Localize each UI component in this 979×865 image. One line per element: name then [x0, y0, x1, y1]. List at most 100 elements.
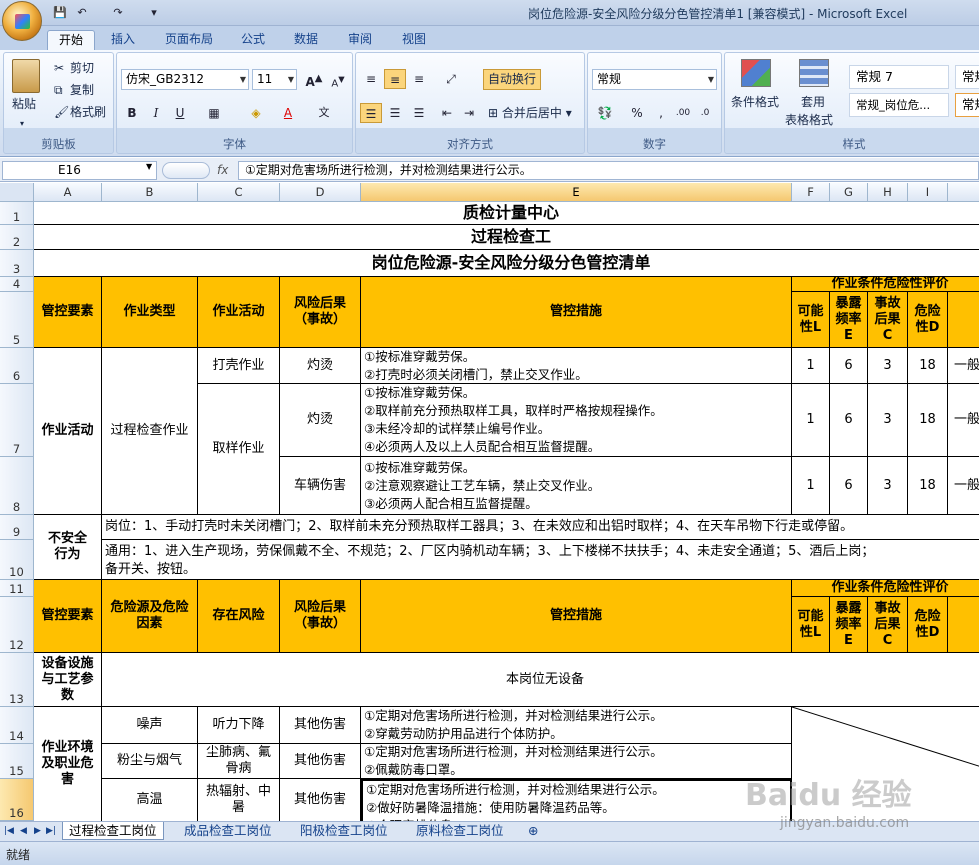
unsafe-general[interactable]: 通用：1、进入生产现场，劳保佩戴不全、不规范；2、厂区内骑机动车辆；3、上下楼梯…: [102, 540, 979, 580]
tab-review[interactable]: 审阅: [340, 30, 380, 50]
row-header-4[interactable]: 4: [0, 277, 34, 292]
title-center[interactable]: 质检计量中心: [34, 202, 979, 225]
currency-icon[interactable]: 💱: [594, 103, 616, 123]
row-header-14[interactable]: 14: [0, 707, 34, 744]
row-header-10[interactable]: 10: [0, 540, 34, 580]
hdr-consequence-c[interactable]: 事故后果C: [868, 292, 908, 348]
tab-data[interactable]: 数据: [286, 30, 326, 50]
increase-decimal-icon[interactable]: .00: [672, 103, 694, 123]
copy-icon[interactable]: ⧉: [54, 81, 63, 99]
hdr-measures[interactable]: 管控措施: [361, 277, 792, 348]
row-header-16[interactable]: 16: [0, 779, 34, 821]
conditional-format-button[interactable]: 条件格式: [731, 93, 779, 111]
row6-d[interactable]: 18: [908, 348, 948, 384]
table-format-icon[interactable]: [799, 59, 829, 87]
row8-l[interactable]: 1: [792, 457, 830, 515]
hdr2-likelihood[interactable]: 可能性L: [792, 597, 830, 653]
next-sheet-icon[interactable]: ▶: [34, 822, 41, 840]
col-header-h[interactable]: H: [868, 183, 908, 202]
tab-formulas[interactable]: 公式: [233, 30, 273, 50]
hdr2-level[interactable]: [948, 597, 979, 653]
name-box[interactable]: E16: [2, 161, 157, 180]
hdr2-risk[interactable]: 存在风险: [198, 580, 280, 653]
format-painter-icon[interactable]: 🖌: [54, 103, 69, 121]
phonetic-icon[interactable]: 文: [313, 103, 335, 123]
align-left-icon[interactable]: ☰: [360, 103, 382, 123]
measures-row-7[interactable]: ①按标准穿戴劳保。 ②取样前充分预热取样工具，取样时严格按规程操作。 ③未经冷却…: [361, 384, 792, 457]
percent-icon[interactable]: %: [626, 103, 648, 123]
row6-e[interactable]: 6: [830, 348, 868, 384]
col-header-j[interactable]: [948, 183, 979, 202]
align-middle-icon[interactable]: ≡: [384, 69, 406, 89]
measures-row-14[interactable]: ①定期对危害场所进行检测，并对检测结果进行公示。 ②穿戴劳动防护用品进行个体防护…: [361, 707, 792, 744]
element-unsafe-behavior[interactable]: 不安全行为: [34, 515, 102, 580]
formula-bar-resize-handle[interactable]: [162, 162, 210, 179]
col-header-f[interactable]: F: [792, 183, 830, 202]
col-header-g[interactable]: G: [830, 183, 868, 202]
align-top-icon[interactable]: ≡: [360, 69, 382, 89]
conditional-format-icon[interactable]: [741, 59, 771, 87]
consequence-other-2[interactable]: 其他伤害: [280, 744, 361, 779]
hdr-level[interactable]: [948, 292, 979, 348]
row-header-8[interactable]: 8: [0, 457, 34, 515]
cut-button[interactable]: 剪切: [70, 59, 94, 77]
align-bottom-icon[interactable]: ≡: [408, 69, 430, 89]
col-header-e[interactable]: E: [361, 183, 792, 202]
hazard-noise[interactable]: 噪声: [102, 707, 198, 744]
sheet-tab-process-check[interactable]: 过程检查工岗位: [62, 822, 164, 840]
hdr2-danger-d[interactable]: 危险性D: [908, 597, 948, 653]
unsafe-post[interactable]: 岗位：1、手动打壳时未关闭槽门；2、取样前未充分预热取样工器具；3、在未效应和出…: [102, 515, 979, 540]
hdr-likelihood[interactable]: 可能性L: [792, 292, 830, 348]
col-header-b[interactable]: B: [102, 183, 198, 202]
row7-e[interactable]: 6: [830, 384, 868, 457]
row7-level[interactable]: 一般: [948, 384, 979, 457]
hdr2-exposure[interactable]: 暴露频率E: [830, 597, 868, 653]
decrease-decimal-icon[interactable]: .0: [694, 103, 716, 123]
table-format-button-2[interactable]: 表格格式: [785, 111, 833, 129]
italic-button[interactable]: I: [145, 103, 167, 123]
row6-c[interactable]: 3: [868, 348, 908, 384]
consequence-burn-2[interactable]: 灼烫: [280, 384, 361, 457]
activity-sampling[interactable]: 取样作业: [198, 384, 280, 515]
row6-l[interactable]: 1: [792, 348, 830, 384]
new-sheet-icon[interactable]: ⊕: [528, 822, 538, 840]
align-right-icon[interactable]: ☰: [408, 103, 430, 123]
increase-indent-icon[interactable]: ⇥: [458, 103, 480, 123]
hdr-consequence[interactable]: 风险后果（事故）: [280, 277, 361, 348]
row-header-3[interactable]: 3: [0, 250, 34, 277]
paste-dropdown-icon[interactable]: ▾: [20, 115, 24, 133]
hdr-activity[interactable]: 作业活动: [198, 277, 280, 348]
wrap-text-button[interactable]: 自动换行: [483, 69, 542, 90]
font-name-select[interactable]: 仿宋_GB2312 ▼: [121, 69, 249, 90]
worksheet-grid[interactable]: A B C D E F G H I 1 2 3 4 5 6 7 8 9 10 1…: [0, 183, 979, 821]
row-header-15[interactable]: 15: [0, 744, 34, 779]
chevron-down-icon[interactable]: ▼: [146, 162, 152, 171]
tab-page-layout[interactable]: 页面布局: [158, 30, 220, 50]
equipment-note[interactable]: 本岗位无设备: [102, 653, 979, 707]
row-header-1[interactable]: 1: [0, 202, 34, 225]
table-format-button-1[interactable]: 套用: [801, 93, 825, 111]
paste-icon[interactable]: [12, 59, 40, 93]
activity-shell-breaking[interactable]: 打壳作业: [198, 348, 280, 384]
consequence-other-1[interactable]: 其他伤害: [280, 707, 361, 744]
measures-row-8[interactable]: ①按标准穿戴劳保。 ②注意观察避让工艺车辆，禁止交叉作业。 ③必须两人配合相互监…: [361, 457, 792, 515]
row7-d[interactable]: 18: [908, 384, 948, 457]
col-header-c[interactable]: C: [198, 183, 280, 202]
consequence-vehicle[interactable]: 车辆伤害: [280, 457, 361, 515]
hdr-evaluation[interactable]: 作业条件危险性评价: [792, 277, 979, 292]
row7-l[interactable]: 1: [792, 384, 830, 457]
sheet-tab-anode-check[interactable]: 阳极检查工岗位: [300, 822, 388, 840]
measures-row-6[interactable]: ①按标准穿戴劳保。 ②打壳时必须关闭槽门，禁止交叉作业。: [361, 348, 792, 384]
redo-icon[interactable]: ↷: [110, 5, 126, 20]
tab-insert[interactable]: 插入: [103, 30, 143, 50]
element-environment[interactable]: 作业环境及职业危害: [34, 707, 102, 821]
comma-icon[interactable]: ,: [650, 103, 672, 123]
formula-input[interactable]: ①定期对危害场所进行检测，并对检测结果进行公示。: [238, 161, 979, 180]
style-normal-post[interactable]: 常规_岗位危...: [849, 93, 949, 117]
paste-button[interactable]: 粘贴: [12, 95, 36, 113]
consequence-burn-1[interactable]: 灼烫: [280, 348, 361, 384]
row-header-6[interactable]: 6: [0, 348, 34, 384]
copy-button[interactable]: 复制: [70, 81, 94, 99]
shrink-font-icon[interactable]: A▼: [327, 69, 349, 89]
bold-button[interactable]: B: [121, 103, 143, 123]
